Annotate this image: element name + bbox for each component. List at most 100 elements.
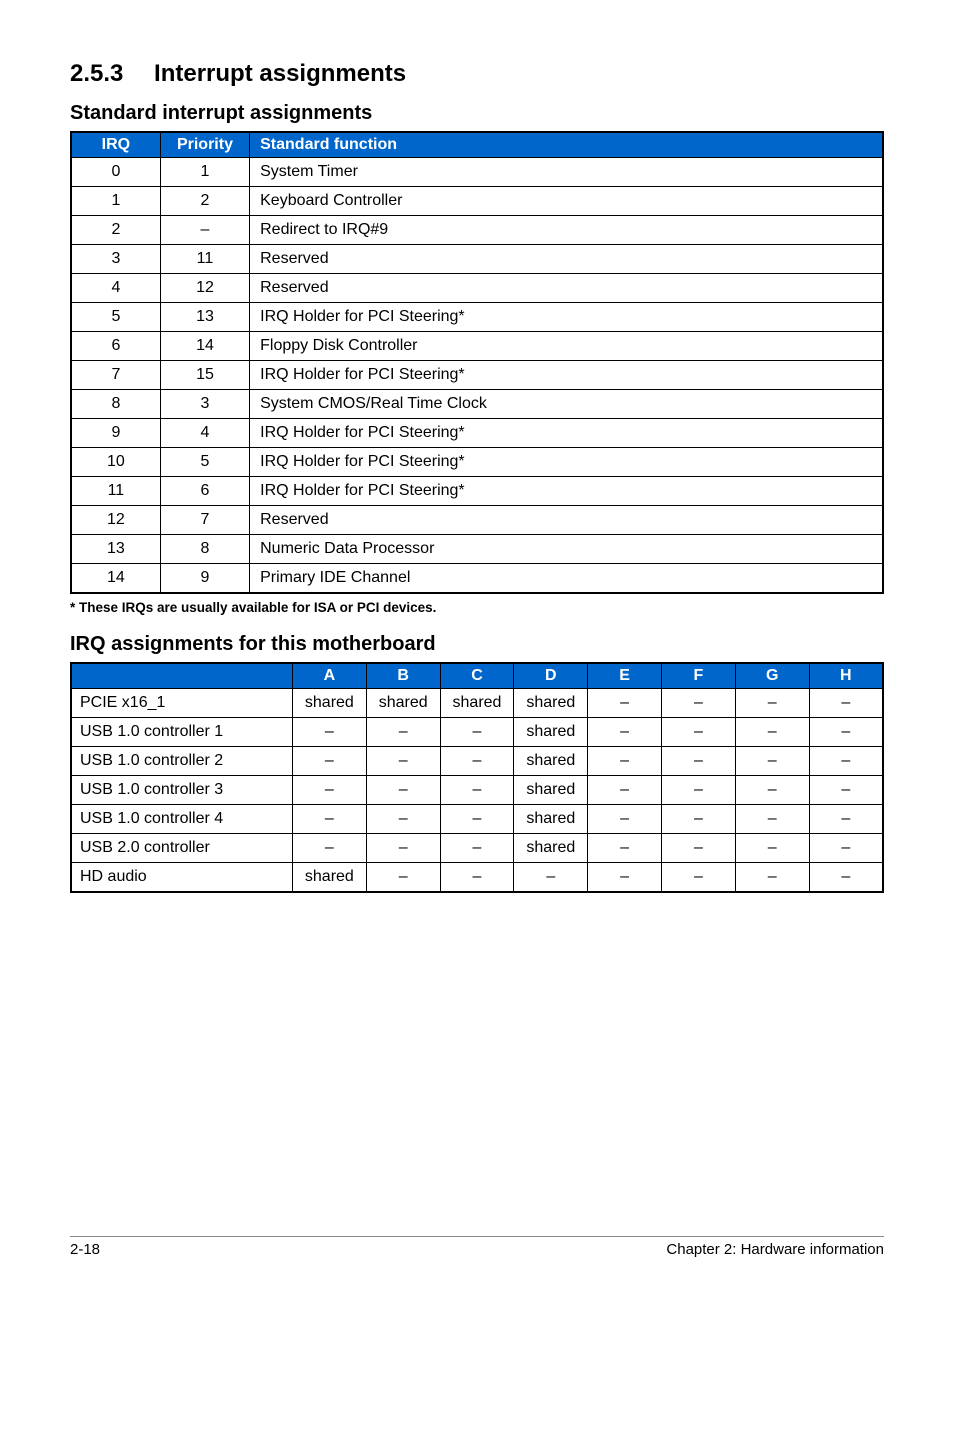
std-function-cell: Primary IDE Channel: [250, 564, 883, 594]
table-row: 116IRQ Holder for PCI Steering*: [71, 477, 883, 506]
irq-header-cell: G: [735, 663, 809, 689]
std-function-cell: Reserved: [250, 245, 883, 274]
irq-cell: –: [809, 776, 883, 805]
std-header-priority: Priority: [160, 132, 249, 158]
irq-cell: –: [366, 834, 440, 863]
irq-row-name: HD audio: [71, 863, 292, 893]
page-footer: 2-18 Chapter 2: Hardware information: [70, 1236, 884, 1258]
irq-cell: –: [735, 689, 809, 718]
table-row: PCIE x16_1sharedsharedsharedshared––––: [71, 689, 883, 718]
table-row: 127Reserved: [71, 506, 883, 535]
irq-cell: –: [588, 834, 662, 863]
std-priority-cell: 6: [160, 477, 249, 506]
std-irq-cell: 2: [71, 216, 160, 245]
table-row: 149Primary IDE Channel: [71, 564, 883, 594]
table-row: USB 2.0 controller–––shared––––: [71, 834, 883, 863]
table-row: USB 1.0 controller 4–––shared––––: [71, 805, 883, 834]
std-subtitle: Standard interrupt assignments: [70, 102, 884, 125]
std-function-cell: System Timer: [250, 158, 883, 187]
std-function-cell: IRQ Holder for PCI Steering*: [250, 303, 883, 332]
std-priority-cell: –: [160, 216, 249, 245]
std-header-irq: IRQ: [71, 132, 160, 158]
irq-cell: –: [440, 805, 514, 834]
std-priority-cell: 11: [160, 245, 249, 274]
std-function-cell: System CMOS/Real Time Clock: [250, 390, 883, 419]
std-priority-cell: 8: [160, 535, 249, 564]
irq-cell: –: [588, 776, 662, 805]
table-row: 715IRQ Holder for PCI Steering*: [71, 361, 883, 390]
std-function-cell: Numeric Data Processor: [250, 535, 883, 564]
irq-cell: –: [662, 834, 736, 863]
std-irq-cell: 9: [71, 419, 160, 448]
std-function-cell: Reserved: [250, 506, 883, 535]
std-priority-cell: 4: [160, 419, 249, 448]
std-irq-cell: 13: [71, 535, 160, 564]
irq-cell: –: [292, 805, 366, 834]
table-row: 01System Timer: [71, 158, 883, 187]
std-irq-cell: 14: [71, 564, 160, 594]
table-row: 311Reserved: [71, 245, 883, 274]
irq-cell: –: [662, 776, 736, 805]
irq-cell: –: [440, 863, 514, 893]
std-priority-cell: 7: [160, 506, 249, 535]
std-irq-cell: 7: [71, 361, 160, 390]
std-footnote: * These IRQs are usually available for I…: [70, 600, 884, 615]
table-row: 138Numeric Data Processor: [71, 535, 883, 564]
std-irq-cell: 8: [71, 390, 160, 419]
std-priority-cell: 14: [160, 332, 249, 361]
std-priority-cell: 12: [160, 274, 249, 303]
table-row: 12Keyboard Controller: [71, 187, 883, 216]
irq-cell: –: [809, 834, 883, 863]
irq-header-cell: H: [809, 663, 883, 689]
irq-cell: –: [440, 718, 514, 747]
std-header-function: Standard function: [250, 132, 883, 158]
irq-cell: –: [735, 834, 809, 863]
table-row: HD audioshared–––––––: [71, 863, 883, 893]
std-irq-cell: 11: [71, 477, 160, 506]
table-row: 105IRQ Holder for PCI Steering*: [71, 448, 883, 477]
std-function-cell: IRQ Holder for PCI Steering*: [250, 448, 883, 477]
table-row: 614Floppy Disk Controller: [71, 332, 883, 361]
irq-cell: –: [809, 747, 883, 776]
irq-cell: –: [662, 863, 736, 893]
irq-cell: –: [292, 747, 366, 776]
irq-cell: shared: [292, 863, 366, 893]
table-row: USB 1.0 controller 1–––shared––––: [71, 718, 883, 747]
irq-header-cell: E: [588, 663, 662, 689]
std-irq-cell: 0: [71, 158, 160, 187]
irq-assignment-table: ABCDEFGH PCIE x16_1sharedsharedsharedsha…: [70, 662, 884, 893]
section-heading: 2.5.3 Interrupt assignments: [70, 60, 884, 88]
irq-header-cell: [71, 663, 292, 689]
irq-row-name: USB 1.0 controller 4: [71, 805, 292, 834]
table-row: 513IRQ Holder for PCI Steering*: [71, 303, 883, 332]
irq-header-cell: F: [662, 663, 736, 689]
table-row: 2–Redirect to IRQ#9: [71, 216, 883, 245]
irq-row-name: USB 2.0 controller: [71, 834, 292, 863]
irq-cell: –: [366, 805, 440, 834]
irq-cell: –: [735, 863, 809, 893]
irq-cell: –: [514, 863, 588, 893]
irq-cell: shared: [514, 834, 588, 863]
table-row: 83System CMOS/Real Time Clock: [71, 390, 883, 419]
irq-cell: –: [292, 776, 366, 805]
irq-cell: shared: [514, 805, 588, 834]
irq-cell: –: [292, 834, 366, 863]
std-irq-cell: 6: [71, 332, 160, 361]
footer-page-number: 2-18: [70, 1241, 100, 1258]
irq-cell: –: [588, 689, 662, 718]
std-priority-cell: 3: [160, 390, 249, 419]
irq-cell: –: [809, 863, 883, 893]
std-irq-cell: 4: [71, 274, 160, 303]
irq-cell: –: [809, 805, 883, 834]
irq-cell: –: [662, 689, 736, 718]
irq-row-name: USB 1.0 controller 1: [71, 718, 292, 747]
std-function-cell: IRQ Holder for PCI Steering*: [250, 419, 883, 448]
irq-header-cell: D: [514, 663, 588, 689]
irq-cell: shared: [514, 689, 588, 718]
std-irq-cell: 12: [71, 506, 160, 535]
irq-cell: –: [662, 805, 736, 834]
irq-cell: shared: [440, 689, 514, 718]
std-priority-cell: 1: [160, 158, 249, 187]
table-row: USB 1.0 controller 2–––shared––––: [71, 747, 883, 776]
irq-cell: –: [588, 718, 662, 747]
